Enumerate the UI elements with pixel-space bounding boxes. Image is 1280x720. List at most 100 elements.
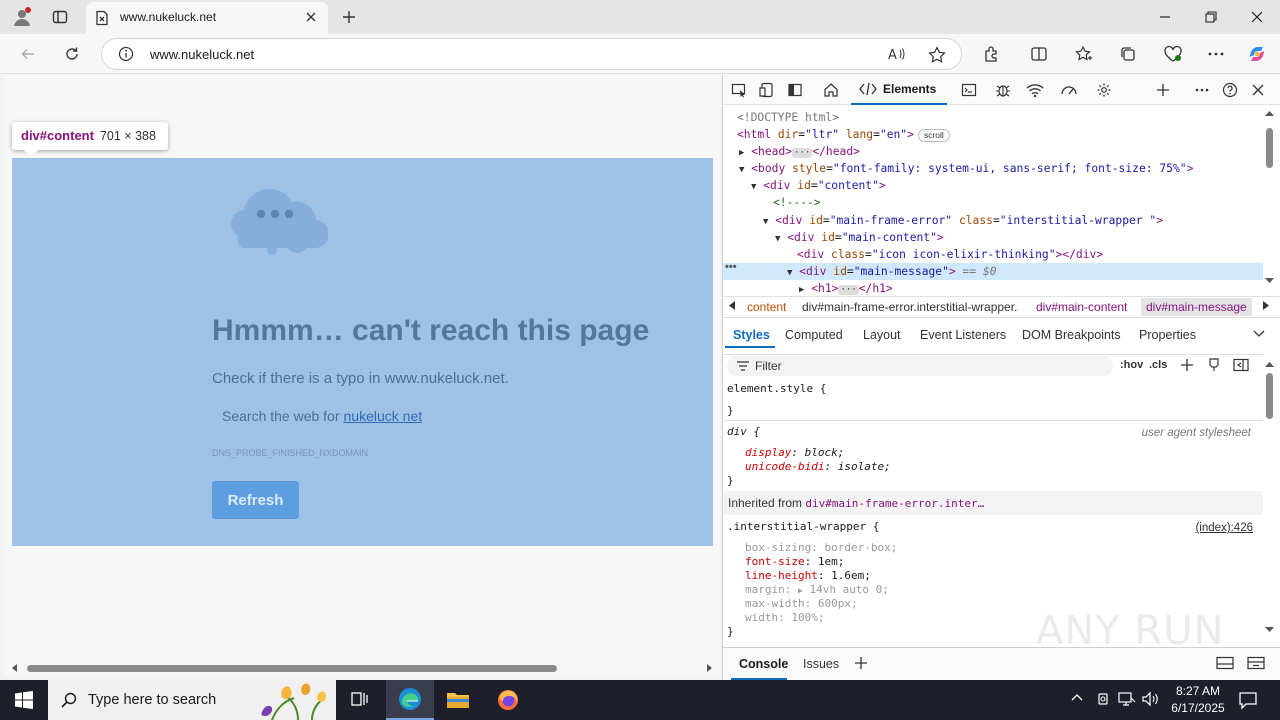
horizontal-scroll-thumb[interactable] <box>27 665 557 672</box>
dom-line-head[interactable]: ▶ <head> ··· </head> <box>739 143 860 160</box>
refresh-button[interactable]: Refresh <box>212 481 299 519</box>
element-style-rule[interactable]: element.style { <box>727 382 826 396</box>
scroll-up-icon[interactable] <box>1265 110 1274 116</box>
settings-gear-icon[interactable] <box>1093 80 1115 100</box>
dom-line-html[interactable]: <html dir="ltr" lang="en"> scroll <box>737 126 950 143</box>
favorites-icon[interactable] <box>1070 41 1098 67</box>
tab-console[interactable]: Console <box>739 657 788 671</box>
taskbar-clock[interactable]: 8:27 AM 6/17/2025 <box>1162 683 1234 717</box>
refresh-icon[interactable] <box>58 41 86 67</box>
dom-line-content[interactable]: ▼ <div id="content"> <box>751 177 886 194</box>
browser-tab[interactable]: www.nukeluck.net <box>86 2 328 34</box>
tray-device-icon[interactable] <box>1096 691 1110 707</box>
hover-state-toggle[interactable]: :hov <box>1120 359 1143 371</box>
div-rule-selector[interactable]: div { <box>727 425 760 439</box>
scroll-badge[interactable]: scroll <box>917 129 950 142</box>
copilot-icon[interactable] <box>1243 41 1271 67</box>
tab-computed[interactable]: Computed <box>785 328 843 342</box>
styles-scrollbar[interactable] <box>1263 355 1280 647</box>
style-declaration[interactable]: unicode-bidi: isolate; <box>745 460 891 474</box>
tab-styles[interactable]: Styles <box>733 328 770 342</box>
close-drawer-icon[interactable] <box>1247 656 1265 670</box>
url-text[interactable]: www.nukeluck.net <box>150 47 254 62</box>
taskbar-edge-icon[interactable] <box>386 680 434 720</box>
taskbar-search[interactable]: Type here to search <box>48 680 336 720</box>
console-icon[interactable] <box>958 80 980 100</box>
tab-issues[interactable]: Issues <box>803 657 839 671</box>
taskbar-firefox-icon[interactable] <box>484 680 532 720</box>
extensions-icon[interactable] <box>977 41 1005 67</box>
add-drawer-tab-icon[interactable] <box>854 656 868 670</box>
scroll-up-icon[interactable] <box>1265 361 1274 367</box>
address-bar[interactable]: www.nukeluck.net A <box>101 38 962 70</box>
welcome-home-icon[interactable] <box>820 80 842 100</box>
network-wifi-icon[interactable] <box>1024 80 1046 100</box>
tray-network-icon[interactable] <box>1118 691 1136 707</box>
tray-overflow-chevron-icon[interactable] <box>1071 693 1083 701</box>
computed-styles-icon[interactable] <box>1208 358 1220 372</box>
dock-drawer-icon[interactable] <box>1216 656 1234 670</box>
help-icon[interactable] <box>1219 80 1241 100</box>
device-emulation-icon[interactable] <box>756 80 778 100</box>
styles-scroll-thumb[interactable] <box>1266 373 1273 419</box>
collections-icon[interactable] <box>1114 41 1142 67</box>
toggle-sidebar-icon[interactable] <box>1233 358 1249 372</box>
breadcrumb-item-active[interactable]: div#main-message <box>1141 298 1252 316</box>
read-aloud-icon[interactable]: A <box>888 46 906 62</box>
customize-menu-icon[interactable] <box>1191 80 1213 100</box>
scroll-left-icon[interactable] <box>12 664 18 672</box>
restore-icon[interactable] <box>1188 0 1234 34</box>
dock-side-icon[interactable] <box>784 80 806 100</box>
dom-line-doctype[interactable]: <!DOCTYPE html> <box>737 109 839 126</box>
tray-volume-icon[interactable] <box>1142 691 1160 707</box>
dom-line-h1[interactable]: ▶ <h1> ··· </h1> <box>799 280 893 296</box>
back-icon[interactable] <box>14 41 42 67</box>
style-declaration[interactable]: max-width: 600px; <box>745 597 858 611</box>
new-tab-icon[interactable] <box>336 5 362 29</box>
tab-event-listeners[interactable]: Event Listeners <box>920 328 1006 342</box>
style-declaration[interactable]: box-sizing: border-box; <box>745 541 897 555</box>
breadcrumb-item[interactable]: div#main-frame-error.interstitial-wrappe… <box>802 300 1017 314</box>
task-view-icon[interactable] <box>336 680 384 720</box>
dom-tree-scrollbar[interactable] <box>1263 106 1280 296</box>
taskbar-file-explorer-icon[interactable] <box>434 680 482 720</box>
dom-line-comment[interactable]: <!----> <box>773 194 821 211</box>
dom-line-main-frame-error[interactable]: ▼ <div id="main-frame-error" class="inte… <box>763 212 1163 229</box>
inspect-element-icon[interactable] <box>728 80 750 100</box>
close-window-icon[interactable] <box>1234 0 1280 34</box>
dom-tree-scroll-thumb[interactable] <box>1266 128 1273 168</box>
tab-elements[interactable]: Elements <box>851 75 947 105</box>
site-info-icon[interactable] <box>118 46 134 62</box>
browser-essentials-icon[interactable] <box>1159 41 1187 67</box>
profile-icon[interactable] <box>9 5 35 29</box>
favorite-star-icon[interactable] <box>928 46 946 64</box>
wrapper-rule-selector[interactable]: .interstitial-wrapper { <box>727 520 879 534</box>
scroll-down-icon[interactable] <box>1265 278 1274 284</box>
new-style-rule-icon[interactable] <box>1180 358 1194 372</box>
scroll-right-icon[interactable] <box>706 664 712 672</box>
more-tools-plus-icon[interactable] <box>1152 80 1174 100</box>
close-tab-icon[interactable] <box>304 10 318 24</box>
dom-line-main-content[interactable]: ▼ <div id="main-content"> <box>775 229 944 246</box>
sources-bug-icon[interactable] <box>992 80 1014 100</box>
minimize-icon[interactable] <box>1142 0 1188 34</box>
performance-icon[interactable] <box>1058 80 1080 100</box>
tab-dom-breakpoints[interactable]: DOM Breakpoints <box>1022 328 1121 342</box>
class-toggle[interactable]: .cls <box>1149 359 1167 371</box>
inherited-node-link[interactable]: div#main-frame-error.inter… <box>805 497 984 510</box>
breadcrumb-item[interactable]: div#main-content <box>1036 300 1127 314</box>
dom-line-icon-div[interactable]: <div class="icon icon-elixir-thinking"><… <box>797 246 1103 263</box>
dom-line-main-message[interactable]: ▼ <div id="main-message"> == $0 <box>787 263 997 280</box>
subtabs-overflow-icon[interactable] <box>1253 330 1265 338</box>
style-declaration[interactable]: width: 100%; <box>745 611 825 625</box>
split-screen-icon[interactable] <box>1025 41 1053 67</box>
tab-properties[interactable]: Properties <box>1139 328 1196 342</box>
notification-center-icon[interactable] <box>1238 690 1258 710</box>
tab-layout[interactable]: Layout <box>863 328 901 342</box>
style-declaration[interactable]: line-height: 1.6em; <box>745 569 871 583</box>
scroll-down-icon[interactable] <box>1265 627 1274 633</box>
horizontal-scrollbar[interactable] <box>4 660 720 676</box>
style-declaration[interactable]: display: block; <box>745 446 844 460</box>
more-options-icon[interactable] <box>1202 41 1230 67</box>
style-declaration[interactable]: font-size: 1em; <box>745 555 844 569</box>
